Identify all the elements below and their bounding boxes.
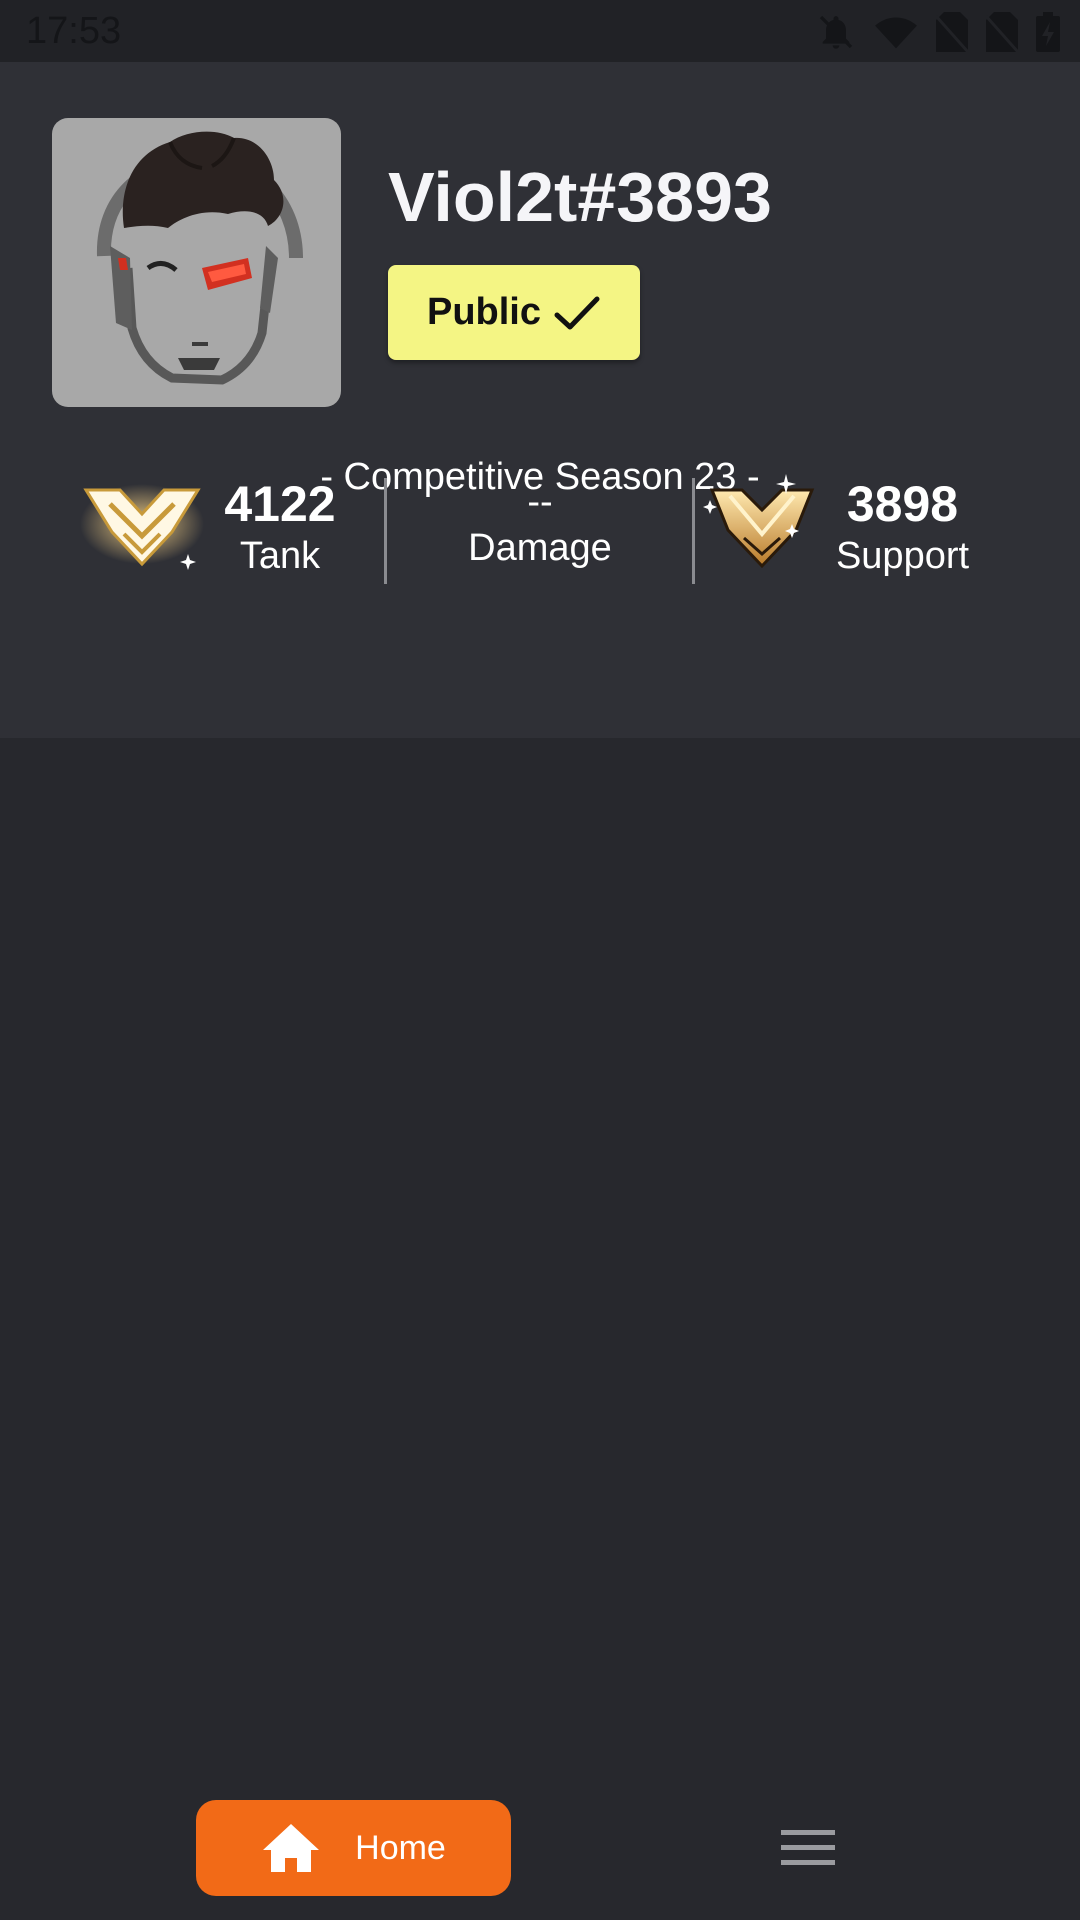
hero-portrait-icon bbox=[96, 131, 303, 385]
public-visibility-button[interactable]: Public bbox=[388, 265, 640, 360]
role-support[interactable]: 3898 Support bbox=[700, 474, 1080, 584]
no-sim-icon bbox=[986, 12, 1018, 52]
notifications-off-icon bbox=[819, 15, 853, 49]
status-bar: 17:53 bbox=[0, 0, 1080, 62]
home-button[interactable]: Home bbox=[196, 1800, 511, 1896]
status-time: 17:53 bbox=[26, 10, 122, 52]
home-icon bbox=[263, 1824, 320, 1872]
avatar[interactable] bbox=[52, 118, 341, 407]
support-value: 3898 bbox=[846, 476, 959, 532]
grandmaster-rank-icon bbox=[80, 484, 204, 570]
master-rank-icon bbox=[703, 474, 815, 569]
no-sim-icon bbox=[936, 12, 968, 52]
menu-button[interactable] bbox=[770, 1818, 845, 1878]
damage-value: -- bbox=[527, 481, 553, 523]
tank-label: Tank bbox=[239, 535, 321, 577]
home-label: Home bbox=[355, 1828, 446, 1867]
role-divider bbox=[384, 478, 387, 584]
wifi-icon bbox=[875, 17, 917, 49]
username: Viol2t#3893 bbox=[388, 158, 772, 236]
tank-value: 4122 bbox=[224, 476, 336, 532]
profile-header: Viol2t#3893 Public - Competitive Season … bbox=[0, 62, 1080, 738]
check-icon bbox=[554, 296, 600, 329]
status-icons bbox=[816, 12, 1060, 52]
damage-label: Damage bbox=[468, 527, 612, 569]
role-divider bbox=[692, 478, 695, 584]
support-label: Support bbox=[835, 535, 970, 577]
role-damage[interactable]: -- Damage bbox=[390, 474, 690, 584]
menu-icon bbox=[780, 1830, 835, 1865]
role-tank[interactable]: 4122 Tank bbox=[0, 474, 380, 584]
battery-charging-icon bbox=[1036, 12, 1060, 52]
public-label: Public bbox=[426, 291, 542, 333]
